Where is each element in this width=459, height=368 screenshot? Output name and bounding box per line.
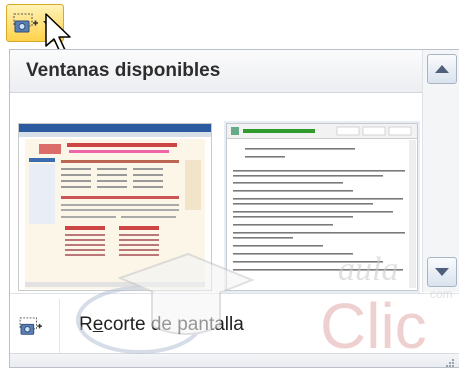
- resize-bar: [10, 353, 459, 368]
- divider: [10, 293, 459, 294]
- window-thumbnail-2[interactable]: [226, 123, 418, 291]
- panel-title: Ventanas disponibles: [26, 60, 221, 81]
- thumbnail-editor-preview: [227, 124, 417, 288]
- panel-header: Ventanas disponibles: [10, 50, 459, 93]
- scroll-down-button[interactable]: [427, 257, 457, 287]
- screenshot-icon: [13, 13, 38, 33]
- icon-column-divider: [59, 299, 60, 353]
- thumbnail-web-preview: [19, 124, 211, 289]
- arrow-up-icon: [435, 65, 449, 73]
- screen-clipping-label: Recorte de pantalla: [79, 314, 244, 335]
- screenshot-icon: [19, 317, 42, 335]
- window-thumbnail-1[interactable]: [18, 123, 212, 291]
- scroll-up-button[interactable]: [427, 54, 457, 84]
- thumbnail-scrollbar[interactable]: [422, 50, 459, 292]
- resize-grip-icon[interactable]: [445, 358, 455, 368]
- screen-clipping-menu-item[interactable]: Recorte de pantalla: [10, 299, 459, 353]
- screenshot-dropdown-panel: Ventanas disponibles Recorte de pantalla: [9, 49, 459, 368]
- arrow-down-icon: [435, 268, 449, 276]
